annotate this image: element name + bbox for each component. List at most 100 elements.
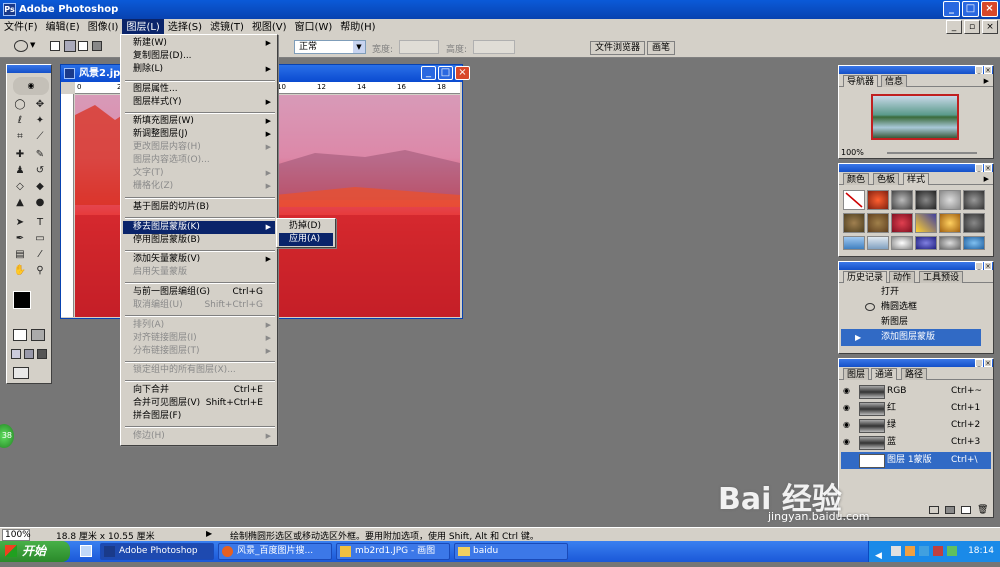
style-swatch[interactable] [867,213,889,233]
zoom-field[interactable]: 100% [2,529,31,541]
close-icon[interactable]: × [984,164,992,172]
tab-navigator[interactable]: 导航器 [843,75,879,87]
tab-color[interactable]: 颜色 [843,173,870,185]
new-selection-icon[interactable] [50,41,60,51]
dodge-tool-icon[interactable]: ● [31,195,49,210]
style-swatch[interactable] [963,213,985,233]
add-selection-icon[interactable] [64,40,76,52]
panel-menu-icon[interactable]: ▶ [984,77,989,85]
menu-image[interactable]: 图像(I) [84,19,123,36]
eye-icon[interactable]: ◉ [843,403,853,413]
menu-item-duplicate-layer[interactable]: 复制图层(D)... [123,50,275,63]
style-swatch[interactable] [843,213,865,233]
tab-info[interactable]: 信息 [881,75,908,87]
style-swatch[interactable] [939,213,961,233]
style-swatch[interactable] [915,236,937,250]
style-swatch[interactable] [891,236,913,250]
submenu-item-apply[interactable]: 应用(A) [279,233,333,246]
tray-icon[interactable] [933,546,943,556]
doc-window-minimize-button[interactable]: _ [421,66,436,80]
eyedropper-icon[interactable]: ⁄ [31,247,49,262]
style-swatch[interactable] [843,236,865,250]
tray-icon[interactable] [919,546,929,556]
chevron-down-icon[interactable]: ▼ [30,41,35,49]
stamp-tool-icon[interactable]: ♟ [11,163,29,178]
lasso-tool-icon[interactable]: ℓ [11,113,29,128]
taskbar-item-photoshop[interactable]: Adobe Photoshop [100,543,214,560]
menu-item-layer-properties[interactable]: 图层属性... [123,83,275,96]
zoom-slider[interactable] [887,152,977,154]
menu-item-flatten-image[interactable]: 拼合图层(F) [123,410,275,423]
history-brush-icon[interactable]: ↺ [31,163,49,178]
jump-to-imageready-icon[interactable] [13,367,29,379]
tab-tool-presets[interactable]: 工具预设 [919,271,964,283]
minimize-icon[interactable]: _ [975,164,983,172]
eye-icon[interactable]: ◉ [843,386,853,396]
style-swatch[interactable] [915,190,937,210]
foreground-color[interactable] [13,291,31,309]
style-swatch[interactable] [963,236,985,250]
maximize-button[interactable]: □ [962,1,979,17]
adobe-logo-icon[interactable]: ◉ [13,77,49,95]
menu-file[interactable]: 文件(F) [0,19,42,36]
channel-row-red[interactable]: ◉ 红 Ctrl+1 [841,400,991,417]
style-swatch[interactable] [891,190,913,210]
height-input[interactable] [473,40,515,54]
screen-mode-standard-icon[interactable] [11,349,21,359]
new-channel-icon[interactable] [961,506,971,514]
ellipse-tool-icon[interactable] [14,40,28,52]
tray-icon[interactable] [905,546,915,556]
menu-item-new-adjustment-layer[interactable]: 新调整图层(J) ▶ [123,128,275,141]
type-tool-icon[interactable]: T [31,215,49,230]
load-selection-icon[interactable] [929,506,939,514]
channel-row-green[interactable]: ◉ 绿 Ctrl+2 [841,417,991,434]
history-item-selected[interactable]: ▶ 添加图层蒙版 [841,329,981,346]
close-icon[interactable]: × [984,359,992,367]
slice-tool-icon[interactable]: ⟋ [31,129,49,144]
menu-item-remove-layer-mask[interactable]: 移去图层蒙版(K) ▶ [123,221,275,234]
path-select-icon[interactable]: ➤ [11,215,29,230]
tab-brushes[interactable]: 画笔 [647,41,676,55]
screen-mode-full-icon[interactable] [37,349,47,359]
menu-item-add-vector-mask[interactable]: 添加矢量蒙版(V) ▶ [123,253,275,266]
bucket-tool-icon[interactable]: ◆ [31,179,49,194]
menu-item-delete[interactable]: 删除(L) ▶ [123,63,275,76]
move-tool-icon[interactable]: ✥ [31,97,49,112]
doc-window-maximize-button[interactable]: □ [438,66,453,80]
menu-edit[interactable]: 编辑(E) [42,19,84,36]
healing-brush-icon[interactable]: ✚ [11,147,29,162]
taskbar-item-browser[interactable]: 风景_百度图片搜... [218,543,332,560]
notes-tool-icon[interactable]: ▤ [11,247,29,262]
tray-icon[interactable] [891,546,901,556]
taskbar-item-paint[interactable]: mb2rd1.JPG - 画图 [336,543,450,560]
standard-mode-icon[interactable] [13,329,27,341]
close-button[interactable]: × [981,1,998,17]
quickmask-mode-icon[interactable] [31,329,45,341]
channel-row-layer-mask[interactable]: 图层 1蒙版 Ctrl+\ [841,452,991,469]
magic-wand-icon[interactable]: ✦ [31,113,49,128]
zoom-tool-icon[interactable]: ⚲ [31,263,49,278]
menu-item-layer-based-slice[interactable]: 基于图层的切片(B) [123,201,275,214]
menu-item-new[interactable]: 新建(W) ▶ [123,37,275,50]
taskbar-item-folder[interactable]: baidu [454,543,568,560]
hand-tool-icon[interactable]: ✋ [11,263,29,278]
marquee-tool-icon[interactable]: ◯ [11,97,29,112]
style-select[interactable]: 正常 ▼ [294,40,366,54]
doc-restore-button[interactable]: ▫ [964,20,980,34]
style-swatch[interactable] [939,190,961,210]
shape-tool-icon[interactable]: ▭ [31,231,49,246]
intersect-selection-icon[interactable] [92,41,102,51]
minimize-icon[interactable]: _ [975,262,983,270]
tab-swatches[interactable]: 色板 [873,173,900,185]
menu-item-merge-visible[interactable]: 合并可见图层(V) Shift+Ctrl+E [123,397,275,410]
channel-row-rgb[interactable]: ◉ RGB Ctrl+~ [841,383,991,400]
trash-icon[interactable]: 🗑 [977,505,988,515]
tab-channels[interactable]: 通道 [871,368,898,380]
tab-layers[interactable]: 图层 [843,368,870,380]
channel-row-blue[interactable]: ◉ 蓝 Ctrl+3 [841,434,991,451]
tab-file-browser[interactable]: 文件浏览器 [590,41,646,55]
chevron-right-icon[interactable]: ▶ [206,529,212,538]
submenu-item-discard[interactable]: 扔掉(D) [279,220,333,233]
width-input[interactable] [399,40,439,54]
doc-minimize-button[interactable]: _ [946,20,962,34]
